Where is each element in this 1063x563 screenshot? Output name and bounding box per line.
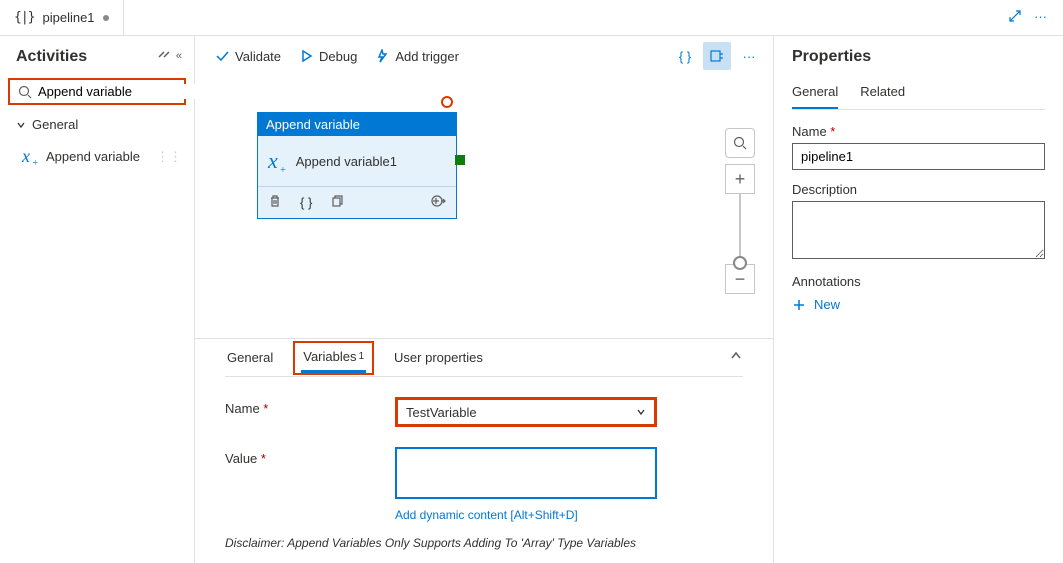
pipeline-description-input[interactable] xyxy=(792,201,1045,259)
annotations-label: Annotations xyxy=(792,274,1045,289)
bottom-tab-variables-highlight: Variables1 xyxy=(293,341,374,375)
chevron-down-icon xyxy=(636,407,646,417)
activity-label: Append variable xyxy=(46,149,140,164)
zoom-slider-track[interactable] xyxy=(739,194,741,264)
bottom-tab-general[interactable]: General xyxy=(225,339,275,376)
properties-tab-general[interactable]: General xyxy=(792,84,838,109)
pipeline-canvas[interactable]: { } ··· Validate Debug Add trigger Appen… xyxy=(195,0,773,563)
success-output-handle-icon[interactable] xyxy=(455,155,465,165)
zoom-slider-handle[interactable] xyxy=(733,256,747,270)
sidebar-collapse-icon[interactable]: « xyxy=(176,50,182,65)
zoom-in-button[interactable]: + xyxy=(725,164,755,194)
collapse-all-icon[interactable] xyxy=(158,50,170,65)
bottom-tab-user-properties[interactable]: User properties xyxy=(392,339,485,376)
new-annotation-button[interactable]: New xyxy=(792,297,1045,312)
add-dynamic-content-link[interactable]: Add dynamic content [Alt+Shift+D] xyxy=(395,508,657,522)
expand-icon[interactable] xyxy=(1008,9,1022,26)
variable-value-input[interactable] xyxy=(395,447,657,499)
tab-bar: {|} pipeline1 ··· xyxy=(0,0,1063,36)
plus-icon xyxy=(792,298,806,312)
node-title: Append variable1 xyxy=(296,154,397,169)
disclaimer-text: Disclaimer: Append Variables Only Suppor… xyxy=(225,536,743,550)
properties-heading: Properties xyxy=(792,48,1045,66)
add-output-icon[interactable] xyxy=(430,193,446,212)
pipeline-description-label: Description xyxy=(792,182,1045,197)
validate-button[interactable]: Validate xyxy=(215,49,281,64)
tab-pipeline1[interactable]: {|} pipeline1 xyxy=(0,0,124,35)
more-icon[interactable]: ··· xyxy=(1034,9,1047,26)
variable-name-label: Name * xyxy=(225,397,395,416)
zoom-fit-button[interactable] xyxy=(725,128,755,158)
canvas-more-icon[interactable]: ··· xyxy=(735,42,763,70)
search-icon xyxy=(18,85,32,99)
delete-icon[interactable] xyxy=(268,194,282,211)
code-icon[interactable]: { } xyxy=(300,195,312,210)
variable-value-label: Value * xyxy=(225,447,395,466)
sidebar-activity-append-variable[interactable]: x Append variable ⋮⋮ xyxy=(0,140,194,173)
debug-button[interactable]: Debug xyxy=(299,49,357,64)
node-header: Append variable xyxy=(258,113,456,136)
variables-badge: 1 xyxy=(358,351,364,362)
bottom-panel-collapse-icon[interactable] xyxy=(729,349,743,366)
pipeline-icon: {|} xyxy=(14,10,34,25)
search-wrap-highlight xyxy=(8,78,186,105)
sidebar-heading: Activities xyxy=(16,48,87,66)
unsaved-indicator-icon xyxy=(103,15,109,21)
properties-toggle-button[interactable] xyxy=(703,42,731,70)
validation-error-indicator-icon[interactable] xyxy=(441,96,453,108)
search-input[interactable] xyxy=(38,84,214,99)
zoom-controls: + − xyxy=(725,128,755,294)
activities-sidebar: Activities « General x Append variable ⋮… xyxy=(0,0,195,563)
add-trigger-button[interactable]: Add trigger xyxy=(375,49,459,64)
variable-name-select[interactable]: TestVariable xyxy=(395,397,657,427)
tab-title: pipeline1 xyxy=(42,10,94,25)
activity-node-append-variable[interactable]: Append variable x Append variable1 { } xyxy=(257,112,457,219)
category-label: General xyxy=(32,117,78,132)
bottom-panel: General Variables1 User properties Name … xyxy=(195,338,773,563)
properties-panel: Properties General Related Name * Descri… xyxy=(773,0,1063,563)
code-view-button[interactable]: { } xyxy=(671,42,699,70)
node-append-variable-icon: x xyxy=(268,148,278,174)
properties-tab-related[interactable]: Related xyxy=(860,84,905,109)
sidebar-category-general[interactable]: General xyxy=(0,109,194,140)
pipeline-name-label: Name * xyxy=(792,124,1045,139)
pipeline-name-input[interactable] xyxy=(792,143,1045,170)
copy-icon[interactable] xyxy=(330,194,344,211)
append-variable-icon: x xyxy=(22,146,30,167)
bottom-tab-variables[interactable]: Variables1 xyxy=(301,343,366,373)
drag-grip-icon: ⋮⋮ xyxy=(156,149,182,165)
